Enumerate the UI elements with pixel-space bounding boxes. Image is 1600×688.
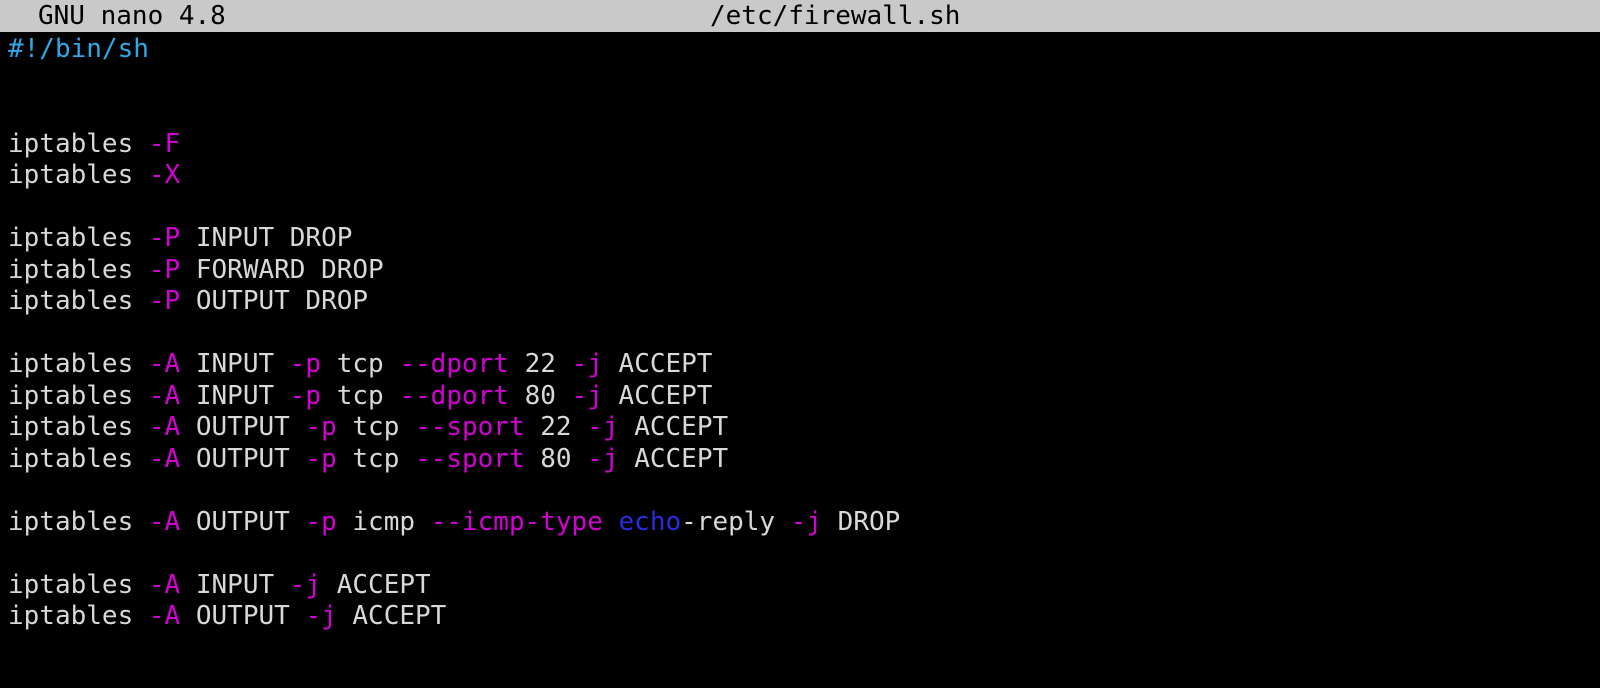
code-token-plain: INPUT — [180, 380, 290, 411]
nano-title-bar: GNU nano 4.8 /etc/firewall.sh — [0, 0, 1600, 32]
code-token-plain: icmp — [336, 506, 431, 537]
code-token-plain: tcp — [321, 380, 400, 411]
code-token-plain: INPUT — [180, 349, 290, 379]
editor-line[interactable]: iptables -P FORWARD DROP — [8, 255, 1593, 287]
code-token-plain: iptables — [8, 601, 149, 631]
code-token-flag: -P — [148, 286, 181, 316]
code-token-plain: -reply — [681, 506, 791, 537]
code-token-flag: -A — [148, 569, 181, 600]
code-token-flag: -j — [305, 601, 337, 631]
editor-line[interactable]: iptables -X — [8, 160, 1593, 192]
code-token-plain: iptables — [8, 569, 149, 600]
editor-line[interactable]: iptables -A INPUT -j ACCEPT — [8, 570, 1593, 602]
code-token-plain: 80 — [524, 443, 588, 474]
code-token-plain: DROP — [822, 506, 901, 537]
editor-line[interactable]: iptables -A OUTPUT -p tcp --sport 80 -j … — [8, 444, 1593, 476]
code-token-flag: -p — [305, 506, 337, 537]
code-token-plain: iptables — [8, 443, 149, 474]
editor-line[interactable] — [8, 192, 1593, 224]
code-token-flag: -j — [587, 412, 619, 442]
code-token-plain: FORWARD DROP — [180, 254, 384, 285]
code-token-plain: iptables — [8, 506, 149, 537]
code-token-flag: -A — [148, 349, 181, 379]
editor-line[interactable]: iptables -P INPUT DROP — [8, 223, 1593, 255]
code-token-flag: -X — [148, 160, 181, 190]
editor-line[interactable]: iptables -A OUTPUT -p tcp --sport 22 -j … — [8, 412, 1593, 444]
code-token-plain: ACCEPT — [602, 380, 713, 411]
code-token-plain: INPUT — [180, 569, 290, 600]
code-token-plain: OUTPUT — [180, 506, 306, 537]
code-token-flag: -A — [148, 412, 181, 442]
editor-line[interactable]: iptables -A INPUT -p tcp --dport 22 -j A… — [8, 349, 1593, 381]
code-token-plain: 22 — [524, 412, 588, 442]
code-token-flag: -j — [790, 506, 823, 537]
code-token-plain: iptables — [8, 254, 149, 285]
editor-line[interactable] — [8, 97, 1593, 129]
code-token-plain: tcp — [336, 443, 416, 474]
code-token-plain: ACCEPT — [618, 412, 729, 442]
code-token-plain: OUTPUT DROP — [180, 286, 369, 316]
editor-line[interactable]: iptables -A OUTPUT -j ACCEPT — [8, 601, 1593, 633]
code-token-flag: -j — [571, 349, 603, 379]
code-token-plain: iptables — [8, 160, 149, 190]
code-token-flag: -F — [148, 128, 181, 159]
code-token-flag: --dport — [399, 380, 509, 411]
code-token-flag: -P — [148, 223, 181, 253]
code-token-plain: tcp — [321, 349, 400, 379]
code-token-plain: OUTPUT — [180, 443, 306, 474]
editor-line[interactable] — [8, 318, 1593, 350]
code-token-flag: -A — [148, 601, 181, 631]
code-token-flag: -j — [587, 443, 619, 474]
editor-version-label: GNU nano 4.8 — [38, 1, 226, 31]
code-token-flag: -p — [289, 349, 322, 379]
code-token-flag: -P — [148, 254, 181, 285]
code-token-plain: ACCEPT — [336, 601, 447, 631]
code-token-keyword: echo — [618, 506, 682, 537]
code-token-shebang: #!/bin/sh — [8, 34, 149, 64]
code-token-plain: ACCEPT — [321, 569, 431, 600]
code-token-plain: ACCEPT — [602, 349, 713, 379]
editor-line[interactable] — [8, 66, 1593, 98]
code-token-plain: iptables — [8, 380, 149, 411]
code-token-flag: --icmp-type — [430, 506, 603, 537]
editor-line[interactable]: iptables -A INPUT -p tcp --dport 80 -j A… — [8, 381, 1593, 413]
window-left-edge — [0, 32, 3, 688]
code-token-flag: -j — [289, 569, 322, 600]
editor-line[interactable]: iptables -F — [8, 129, 1593, 161]
code-token-plain: ACCEPT — [618, 443, 729, 474]
code-token-plain: iptables — [8, 286, 149, 316]
code-token-plain: INPUT DROP — [180, 223, 353, 253]
code-token-flag: --sport — [415, 412, 525, 442]
code-token-plain: iptables — [8, 223, 149, 253]
code-token-flag: -p — [305, 443, 337, 474]
editor-line[interactable]: iptables -A OUTPUT -p icmp --icmp-type e… — [8, 507, 1593, 539]
code-token-plain: iptables — [8, 349, 149, 379]
code-token-plain: 22 — [508, 349, 572, 379]
editor-line[interactable] — [8, 538, 1593, 570]
code-token-flag: -A — [148, 380, 181, 411]
code-token-flag: -A — [148, 443, 181, 474]
code-token-flag: --sport — [415, 443, 525, 474]
file-path-label: /etc/firewall.sh — [710, 1, 961, 31]
code-token-flag: -p — [289, 380, 322, 411]
text-editor-area[interactable]: #!/bin/sh iptables -F iptables -X iptables … — [8, 34, 1593, 684]
code-token-plain: iptables — [8, 128, 149, 159]
code-token-flag: -j — [571, 380, 603, 411]
editor-line[interactable]: iptables -P OUTPUT DROP — [8, 286, 1593, 318]
code-token-flag: -A — [148, 506, 181, 537]
code-token-plain: iptables — [8, 412, 149, 442]
code-token-plain: OUTPUT — [180, 412, 306, 442]
code-token-flag: --dport — [399, 349, 509, 379]
code-token-plain: OUTPUT — [180, 601, 306, 631]
editor-line[interactable]: #!/bin/sh — [8, 34, 1593, 66]
editor-line[interactable] — [8, 475, 1593, 507]
code-token-plain: tcp — [336, 412, 416, 442]
code-token-flag: -p — [305, 412, 337, 442]
code-token-plain: 80 — [508, 380, 572, 411]
